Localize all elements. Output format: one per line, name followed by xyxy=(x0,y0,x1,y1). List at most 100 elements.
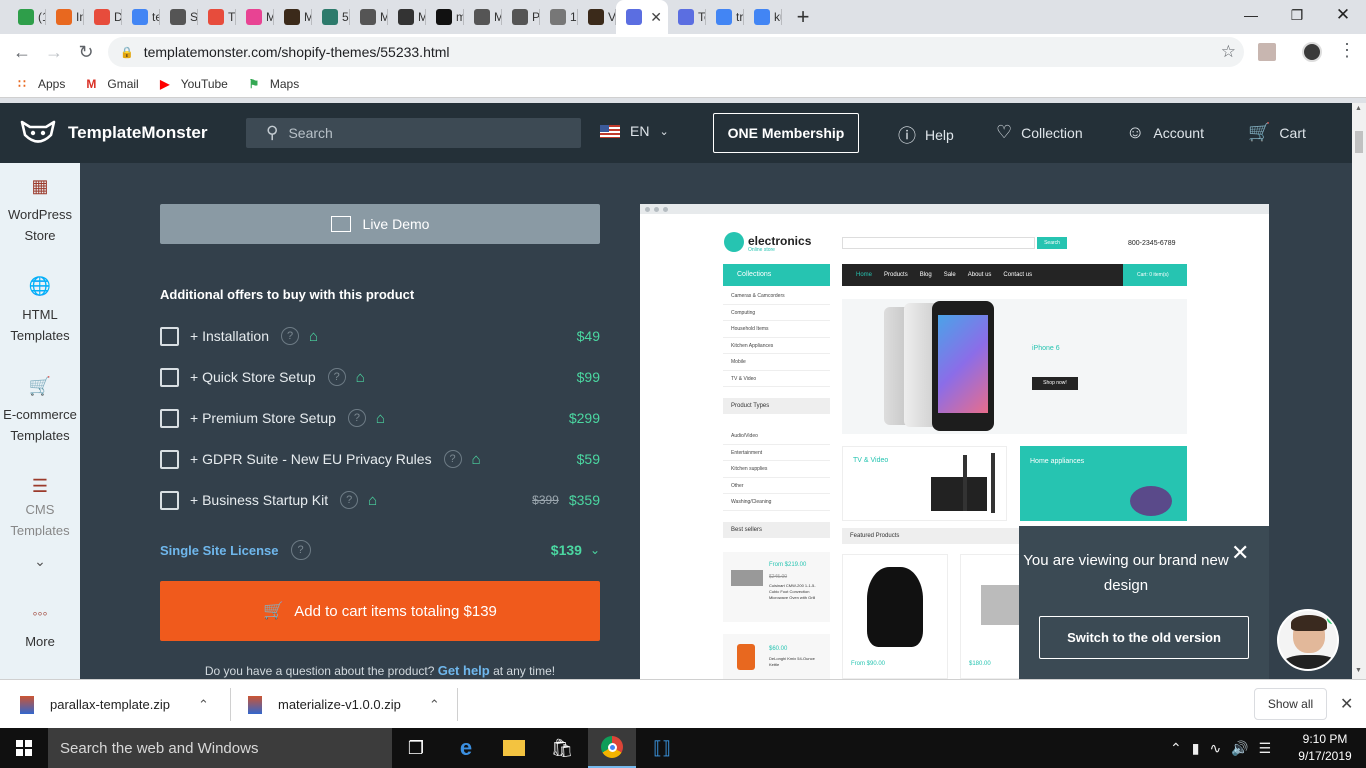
site-search-input[interactable]: ⚲ Search xyxy=(246,118,581,148)
bookmark-star-icon[interactable]: ☆ xyxy=(1221,42,1236,62)
wifi-icon[interactable]: ∿ xyxy=(1209,740,1221,757)
offer-checkbox[interactable] xyxy=(160,408,179,428)
page-scrollbar[interactable]: ▲ ▼ xyxy=(1352,103,1366,679)
sidebar-item-wordpress[interactable]: ▦ WordPress Store xyxy=(0,176,80,246)
browser-tab[interactable]: (1) xyxy=(8,0,46,34)
reload-button[interactable]: ↻ xyxy=(70,36,102,68)
bookmark-item[interactable]: ▶ YouTube xyxy=(157,76,228,92)
edge-icon[interactable]: e xyxy=(442,728,490,768)
cart-link[interactable]: 🛒 Cart xyxy=(1248,122,1306,143)
menu-dots-icon[interactable]: ⋮ xyxy=(1338,40,1356,61)
offer-row[interactable]: + Business Startup Kit? ⌂ $399 $359 xyxy=(160,489,600,511)
chevron-up-icon[interactable]: ⌃ xyxy=(198,697,209,713)
search-icon: ⚲ xyxy=(266,123,279,142)
browser-tab[interactable]: MD xyxy=(350,0,388,34)
download-item[interactable]: materialize-v1.0.0.zip ⌃ xyxy=(228,680,440,729)
add-to-cart-button[interactable]: 🛒 Add to cart items totaling $139 xyxy=(160,581,600,641)
browser-tab[interactable]: Ma xyxy=(274,0,312,34)
one-membership-button[interactable]: ONE Membership xyxy=(713,113,859,153)
help-question-icon[interactable]: ? xyxy=(290,540,311,560)
help-question-icon[interactable]: ? xyxy=(340,491,359,509)
browser-tab[interactable]: ten xyxy=(122,0,160,34)
offer-checkbox[interactable] xyxy=(160,367,179,387)
tray-chevron-up-icon[interactable]: ⌃ xyxy=(1170,740,1182,757)
bookmark-item[interactable]: ∷ Apps xyxy=(14,76,65,92)
browser-tab[interactable]: 5 Te xyxy=(312,0,350,34)
help-question-icon[interactable]: ? xyxy=(443,450,462,468)
notification-icon[interactable]: ☰ xyxy=(1259,740,1272,757)
chrome-icon[interactable] xyxy=(588,728,636,768)
bookmark-item[interactable]: M Gmail xyxy=(83,76,138,92)
site-logo[interactable]: TemplateMonster xyxy=(20,118,208,148)
language-selector[interactable]: EN ⌄ xyxy=(600,123,669,139)
stack-icon xyxy=(94,9,110,25)
browser-tab[interactable]: Inc xyxy=(46,0,84,34)
offer-row[interactable]: + Premium Store Setup? ⌂ $299 xyxy=(160,407,600,429)
browser-tab[interactable]: Vol xyxy=(578,0,616,34)
support-chat-avatar[interactable] xyxy=(1277,609,1339,671)
close-window-button[interactable]: ✕ xyxy=(1320,0,1366,30)
switch-old-version-button[interactable]: Switch to the old version xyxy=(1039,616,1249,659)
help-question-icon[interactable]: ? xyxy=(347,409,366,427)
collection-link[interactable]: ♡ Collection xyxy=(996,122,1083,143)
task-view-icon[interactable]: ❐ xyxy=(392,728,440,768)
browser-tab[interactable]: MD xyxy=(464,0,502,34)
browser-tab[interactable]: Ma xyxy=(388,0,426,34)
sidebar-expand[interactable]: ⌄ xyxy=(0,551,80,572)
browser-tab[interactable]: tra xyxy=(706,0,744,34)
file-explorer-icon[interactable] xyxy=(490,728,538,768)
offer-checkbox[interactable] xyxy=(160,326,179,346)
help-question-icon[interactable]: ? xyxy=(327,368,346,386)
help-link[interactable]: ⓘ Help xyxy=(898,122,954,148)
account-link[interactable]: ☺ Account xyxy=(1126,122,1204,143)
browser-tab[interactable]: Sta xyxy=(160,0,198,34)
tab-label: MD xyxy=(380,10,388,24)
close-icon[interactable]: ✕ xyxy=(1231,540,1249,566)
live-demo-button[interactable]: Live Demo xyxy=(160,204,600,244)
browser-tab[interactable]: ✕ xyxy=(616,0,668,34)
sidebar-item-cms[interactable]: ☰ CMS Templates xyxy=(0,476,80,536)
volume-icon[interactable]: 🔊 xyxy=(1231,740,1248,757)
show-all-downloads-button[interactable]: Show all xyxy=(1254,688,1327,720)
minimize-button[interactable]: — xyxy=(1228,0,1274,30)
forward-button[interactable]: → xyxy=(38,36,70,68)
browser-tab[interactable]: ma xyxy=(426,0,464,34)
windows-start-button[interactable] xyxy=(0,728,48,768)
close-icon[interactable]: ✕ xyxy=(1340,694,1353,714)
browser-tab[interactable]: The xyxy=(198,0,236,34)
license-selector[interactable]: Single Site License ? $139 ⌄ xyxy=(160,540,600,560)
offer-checkbox[interactable] xyxy=(160,490,179,510)
offer-checkbox[interactable] xyxy=(160,449,179,469)
browser-tab[interactable]: Ma xyxy=(236,0,274,34)
offer-row[interactable]: + Installation? ⌂ $49 xyxy=(160,325,600,347)
maximize-button[interactable]: ❐ xyxy=(1274,0,1320,30)
vscode-icon[interactable]: ⟦⟧ xyxy=(638,728,686,768)
download-item[interactable]: parallax-template.zip ⌃ xyxy=(0,680,209,729)
profile-avatar[interactable] xyxy=(1302,42,1322,62)
taskbar-clock[interactable]: 9:10 PM 9/17/2019 xyxy=(1296,731,1354,765)
back-button[interactable]: ← xyxy=(6,36,38,68)
browser-tab[interactable]: Ten xyxy=(668,0,706,34)
sidebar-item-more[interactable]: ◦◦◦ More xyxy=(0,603,80,652)
offer-row[interactable]: + GDPR Suite - New EU Privacy Rules? ⌂ $59 xyxy=(160,448,600,470)
address-bar[interactable]: 🔒 templatemonster.com/shopify-themes/552… xyxy=(108,37,1244,67)
browser-tab[interactable]: 15 xyxy=(540,0,578,34)
preview-home-title: Home appliances xyxy=(1030,458,1085,465)
sidebar-item-ecommerce[interactable]: 🛒 E-commerce Templates xyxy=(0,376,80,446)
browser-tab[interactable]: kur xyxy=(744,0,782,34)
taskbar-search-box[interactable]: Search the web and Windows xyxy=(48,728,392,768)
close-tab-icon[interactable]: ✕ xyxy=(650,9,662,26)
offer-row[interactable]: + Quick Store Setup? ⌂ $99 xyxy=(160,366,600,388)
battery-icon[interactable]: ▮ xyxy=(1192,740,1200,757)
get-help-link[interactable]: Get help xyxy=(438,663,490,678)
browser-tab[interactable]: Do xyxy=(84,0,122,34)
pdf-extension-icon[interactable] xyxy=(1258,43,1276,61)
help-question-icon[interactable]: ? xyxy=(281,327,299,345)
sidebar-item-html[interactable]: 🌐 HTML Templates xyxy=(0,276,80,346)
chevron-up-icon[interactable]: ⌃ xyxy=(429,697,440,713)
browser-tab[interactable]: Par xyxy=(502,0,540,34)
store-icon[interactable]: 🛍 xyxy=(538,728,586,768)
new-tab-button[interactable]: + xyxy=(788,2,818,32)
bookmark-item[interactable]: ⚑ Maps xyxy=(246,76,299,92)
scrollbar-thumb[interactable] xyxy=(1355,131,1363,153)
